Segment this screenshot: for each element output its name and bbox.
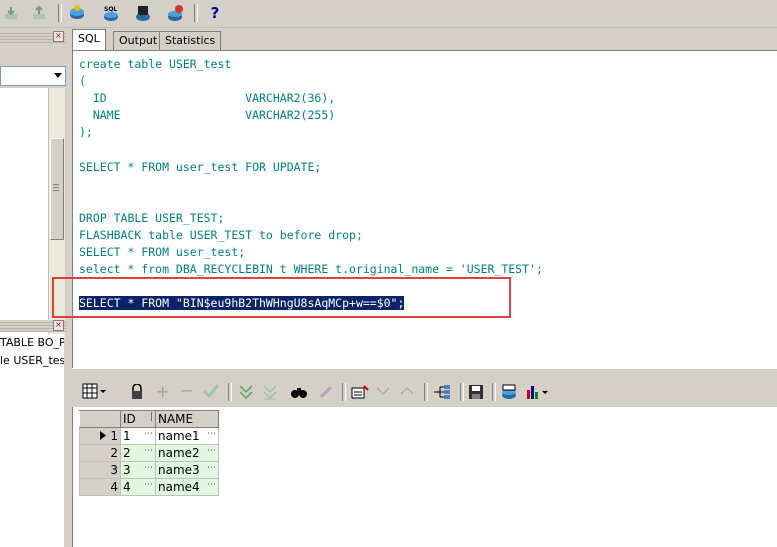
grid-toolbar: + −	[72, 377, 777, 407]
sql-line[interactable]: );	[79, 125, 93, 139]
close-icon[interactable]: ×	[53, 31, 64, 42]
sql-line[interactable]: (	[79, 74, 86, 88]
sql-line[interactable]: select * from DBA_RECYCLEBIN t WHERE t.o…	[79, 262, 543, 276]
cell-value: 3	[123, 463, 131, 477]
sql-icon[interactable]	[66, 3, 88, 23]
cell-id[interactable]: 1 ⋯	[120, 427, 156, 445]
tab-sql[interactable]: SQL	[72, 29, 106, 50]
tree-view-icon[interactable]	[432, 384, 452, 403]
cell-value: 2	[123, 446, 131, 460]
table-row[interactable]: 2 2 ⋯ name2 ⋯	[79, 444, 219, 462]
chevron-up-icon[interactable]	[400, 386, 414, 399]
result-grid[interactable]: ID | NAME 1 1 ⋯ name1 ⋯ 2 2 ⋯ name2 ⋯ 3 3 ⋯ name3 ⋯ 4 4 ⋯ n…	[72, 407, 777, 547]
table-row[interactable]: 1 1 ⋯ name1 ⋯	[79, 427, 219, 445]
svg-text:SQL: SQL	[104, 6, 117, 13]
cell-id[interactable]: 4 ⋯	[120, 478, 156, 496]
row-number: 1	[110, 429, 118, 443]
sql-line[interactable]: DROP TABLE USER_TEST;	[79, 211, 224, 225]
window-list-item[interactable]: le USER_tes	[0, 354, 64, 367]
export-data-icon[interactable]	[500, 383, 518, 404]
commit-icon[interactable]	[164, 3, 186, 23]
corner-cell[interactable]	[79, 410, 121, 428]
save-icon[interactable]	[468, 384, 484, 403]
column-resize-handle[interactable]: |	[150, 412, 153, 422]
query-by-example-icon[interactable]	[350, 384, 370, 403]
window-list-item[interactable]: TABLE BO_P	[0, 336, 64, 349]
sql-line[interactable]: SELECT * FROM user_test FOR UPDATE;	[79, 160, 321, 174]
cell-name[interactable]: name3 ⋯	[155, 461, 219, 479]
object-list[interactable]	[0, 88, 49, 338]
row-indicator[interactable]: 4	[79, 478, 121, 496]
editor-tabs: SQL Output Statistics	[66, 28, 777, 50]
sql-line[interactable]: SELECT * FROM user_test;	[79, 245, 245, 259]
grid-layout-icon[interactable]	[82, 383, 108, 402]
object-type-select[interactable]	[0, 66, 66, 86]
result-table: ID | NAME 1 1 ⋯ name1 ⋯ 2 2 ⋯ name2 ⋯ 3 3 ⋯ name3 ⋯ 4 4 ⋯ n…	[79, 410, 219, 496]
sql-line[interactable]: create table USER_test	[79, 57, 231, 71]
ellipsis-button[interactable]: ⋯	[144, 446, 153, 456]
cell-name[interactable]: name2 ⋯	[155, 444, 219, 462]
cell-id[interactable]: 2 ⋯	[120, 444, 156, 462]
help-icon[interactable]: ?	[204, 3, 226, 23]
chart-icon[interactable]	[526, 384, 552, 403]
ellipsis-button[interactable]: ⋯	[144, 480, 153, 490]
last-record-icon[interactable]	[262, 384, 278, 403]
cell-name[interactable]: name4 ⋯	[155, 478, 219, 496]
cell-value: 1	[123, 429, 131, 443]
chevron-down-icon	[54, 73, 62, 78]
row-indicator[interactable]: 3	[79, 461, 121, 479]
add-row-icon[interactable]: +	[156, 382, 169, 401]
cell-value: 4	[123, 480, 131, 494]
ellipsis-button[interactable]: ⋯	[207, 480, 216, 490]
cell-value: name1	[158, 429, 200, 443]
sql-editor[interactable]: create table USER_test ( ID VARCHAR2(36),…	[72, 50, 777, 369]
row-indicator[interactable]: 1	[79, 427, 121, 445]
ellipsis-button[interactable]: ⋯	[207, 463, 216, 473]
cell-value: name3	[158, 463, 200, 477]
tab-statistics[interactable]: Statistics	[159, 31, 222, 50]
ellipsis-button[interactable]: ⋯	[207, 429, 216, 439]
column-header-id[interactable]: ID |	[120, 410, 156, 428]
table-row[interactable]: 3 3 ⋯ name3 ⋯	[79, 461, 219, 479]
clear-filter-icon[interactable]	[318, 384, 334, 403]
cell-value: name4	[158, 480, 200, 494]
column-header-name[interactable]: NAME	[155, 410, 219, 428]
sql-line[interactable]: NAME VARCHAR2(255)	[79, 108, 335, 122]
current-row-icon	[100, 429, 107, 443]
window-list[interactable]: TABLE BO_P le USER_tes	[0, 334, 64, 547]
sql-exec-icon[interactable]: SQL	[100, 3, 122, 23]
cell-name[interactable]: name1 ⋯	[155, 427, 219, 445]
first-record-icon[interactable]	[238, 384, 254, 403]
cell-id[interactable]: 3 ⋯	[120, 461, 156, 479]
post-icon[interactable]	[202, 383, 220, 402]
stop-icon[interactable]	[132, 3, 154, 23]
main-toolbar: SQL ?	[0, 0, 777, 28]
sql-line[interactable]: ID VARCHAR2(36),	[79, 91, 335, 105]
row-number: 4	[110, 480, 118, 494]
row-number: 2	[110, 446, 118, 460]
close-icon[interactable]: ×	[53, 320, 64, 331]
sql-line[interactable]: FLASHBACK table USER_TEST to before drop…	[79, 228, 363, 242]
import-icon[interactable]	[0, 3, 22, 23]
export-icon[interactable]	[28, 3, 50, 23]
ellipsis-button[interactable]: ⋯	[207, 446, 216, 456]
row-number: 3	[110, 463, 118, 477]
ellipsis-button[interactable]: ⋯	[144, 463, 153, 473]
chevron-down-icon[interactable]	[376, 386, 390, 399]
row-indicator[interactable]: 2	[79, 444, 121, 462]
ellipsis-button[interactable]: ⋯	[144, 429, 153, 439]
cell-value: name2	[158, 446, 200, 460]
delete-row-icon[interactable]: −	[180, 381, 193, 400]
highlight-annotation-box	[52, 277, 511, 318]
binoculars-icon[interactable]	[290, 384, 308, 403]
lock-icon[interactable]	[130, 383, 144, 403]
table-row[interactable]: 4 4 ⋯ name4 ⋯	[79, 478, 219, 496]
tab-output[interactable]: Output	[113, 31, 164, 50]
